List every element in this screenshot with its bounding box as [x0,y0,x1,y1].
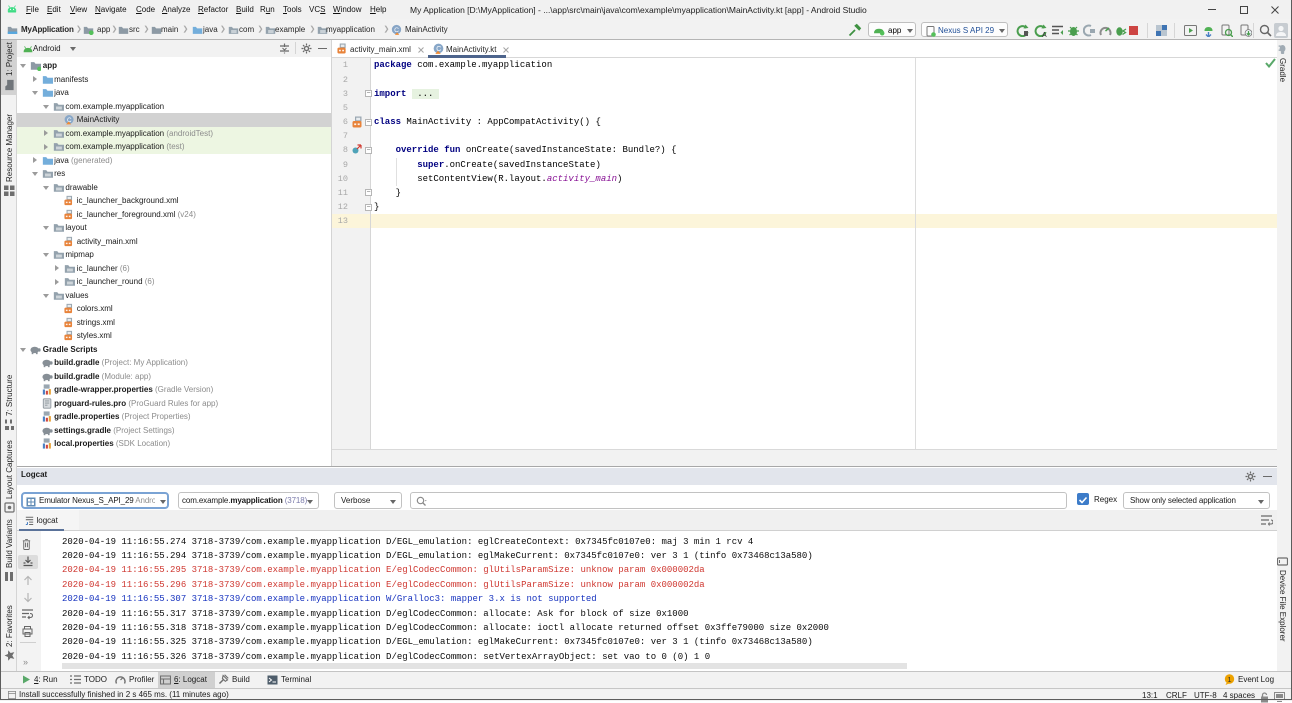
svg-text:1: 1 [1227,675,1231,684]
svg-text:A: A [1042,32,1047,37]
